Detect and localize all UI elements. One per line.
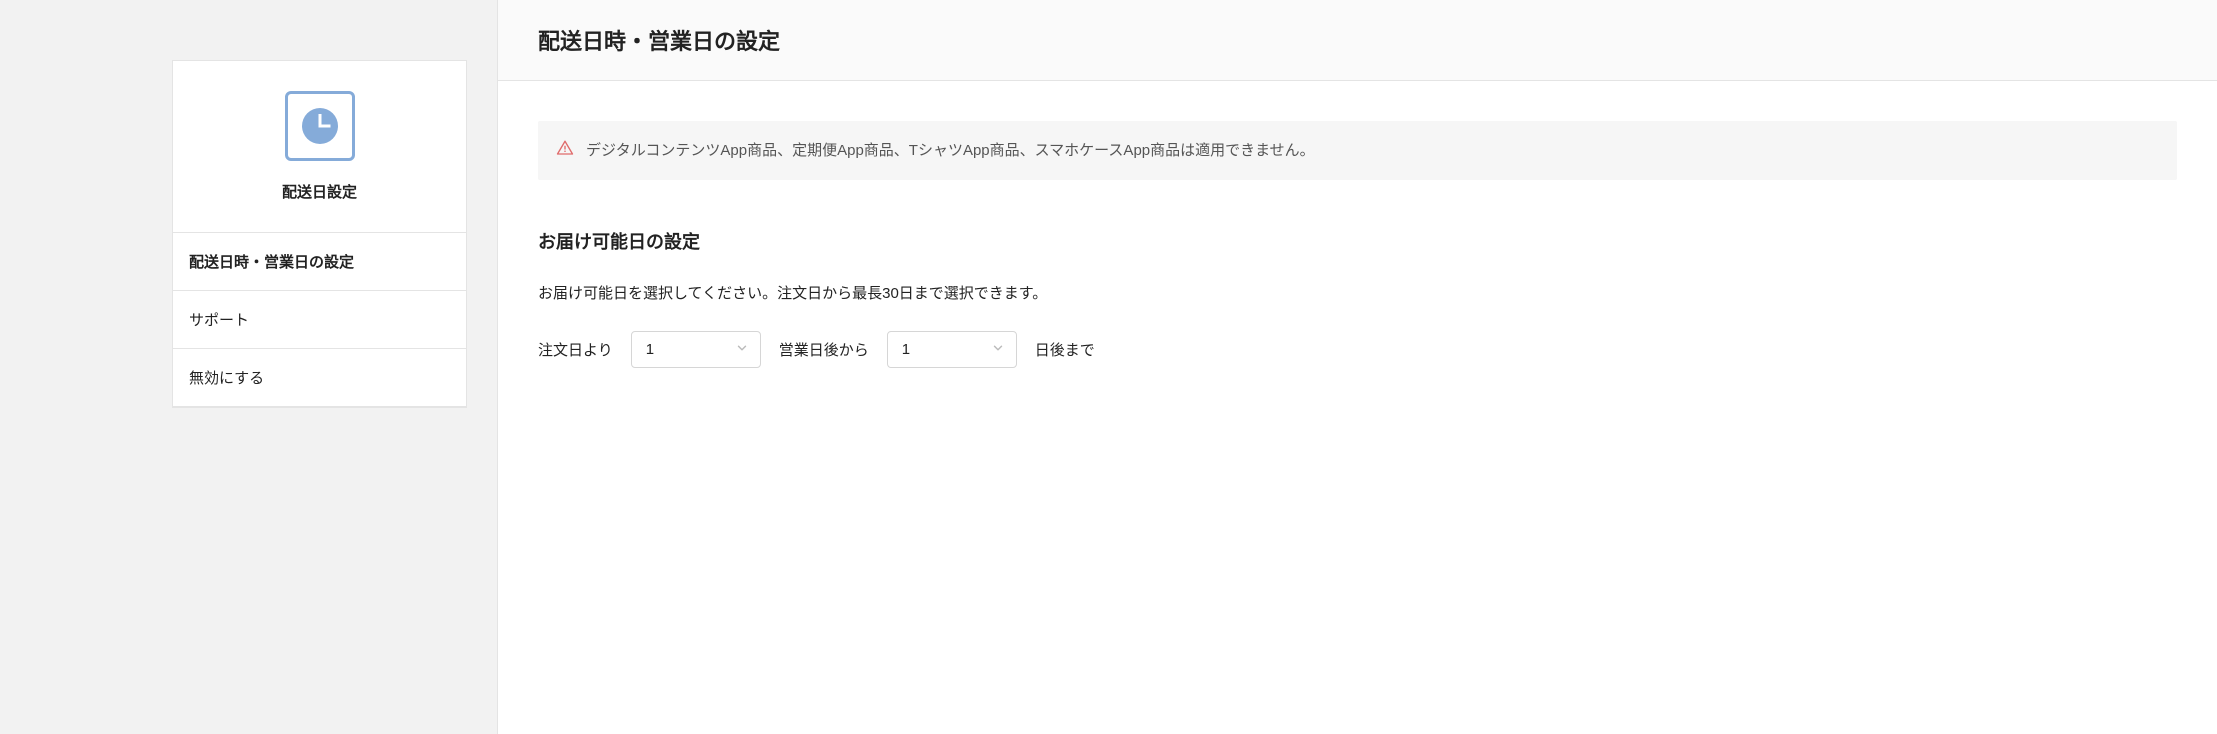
select-end-wrap: 1	[887, 331, 1017, 368]
select-start[interactable]: 1	[631, 331, 761, 368]
label-before: 注文日より	[538, 339, 613, 360]
label-after: 日後まで	[1035, 339, 1095, 360]
sidebar-item-support[interactable]: サポート	[173, 291, 466, 349]
alert-box: デジタルコンテンツApp商品、定期便App商品、TシャツApp商品、スマホケース…	[538, 121, 2177, 180]
sidebar-item-label[interactable]: サポート	[173, 291, 466, 348]
alert-text: デジタルコンテンツApp商品、定期便App商品、TシャツApp商品、スマホケース…	[586, 137, 1315, 164]
section-title: お届け可能日の設定	[538, 228, 2177, 254]
main-header: 配送日時・営業日の設定	[498, 0, 2217, 81]
sidebar-title: 配送日設定	[193, 181, 446, 202]
clock-icon	[285, 91, 355, 161]
sidebar-item-disable[interactable]: 無効にする	[173, 349, 466, 407]
sidebar-item-label[interactable]: 無効にする	[173, 349, 466, 406]
sidebar-header: 配送日設定	[173, 61, 466, 233]
label-middle: 営業日後から	[779, 339, 869, 360]
main-body: デジタルコンテンツApp商品、定期便App商品、TシャツApp商品、スマホケース…	[498, 81, 2217, 408]
warning-icon	[556, 139, 574, 160]
sidebar-menu: 配送日時・営業日の設定 サポート 無効にする	[173, 233, 466, 407]
sidebar: 配送日設定 配送日時・営業日の設定 サポート 無効にする	[172, 60, 467, 408]
delivery-range-row: 注文日より 1 営業日後から 1	[538, 331, 2177, 368]
layout: 配送日設定 配送日時・営業日の設定 サポート 無効にする 配送日時・営業日の設定	[0, 0, 2217, 734]
select-start-wrap: 1	[631, 331, 761, 368]
sidebar-item-delivery-settings[interactable]: 配送日時・営業日の設定	[173, 233, 466, 291]
page-title: 配送日時・営業日の設定	[538, 24, 2177, 56]
main: 配送日時・営業日の設定 デジタルコンテンツApp商品、定期便App商品、Tシャツ…	[497, 0, 2217, 734]
section-desc: お届け可能日を選択してください。注文日から最長30日まで選択できます。	[538, 282, 2177, 303]
sidebar-item-label[interactable]: 配送日時・営業日の設定	[173, 233, 466, 290]
select-end[interactable]: 1	[887, 331, 1017, 368]
